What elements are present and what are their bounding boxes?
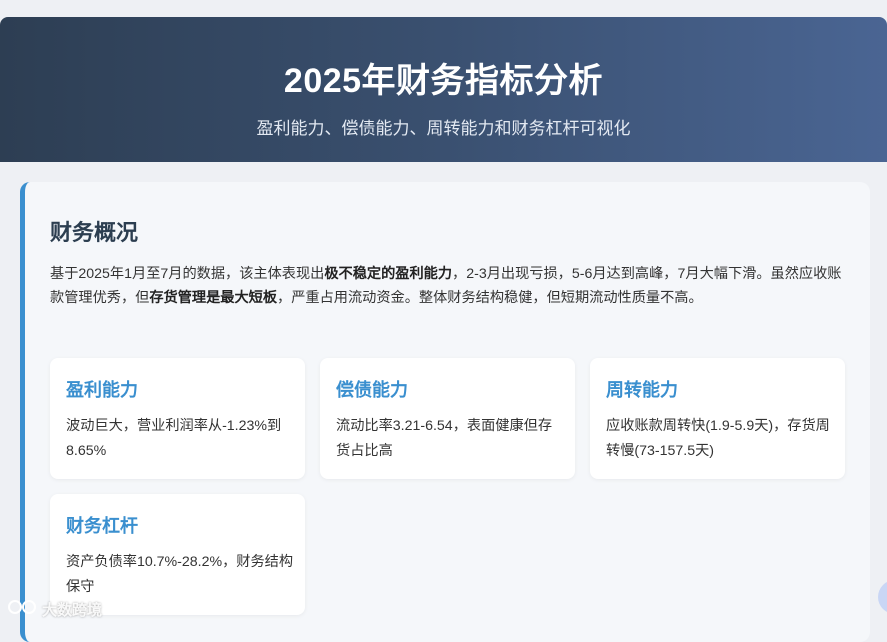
card-text: 应收账款周转快(1.9-5.9天)，存货周转慢(73-157.5天)	[606, 418, 830, 459]
card-text: 资产负债率10.7%-28.2%，财务结构保守	[66, 554, 294, 595]
desc-bold-1: 极不稳定的盈利能力	[324, 266, 453, 282]
card-title: 盈利能力	[66, 380, 138, 400]
watermark-text: 大数跨境	[42, 601, 103, 619]
desc-text-1: 基于2025年1月至7月的数据，该主体表现出	[50, 266, 325, 282]
watermark: 大数跨境	[8, 598, 102, 620]
page-header: 2025年财务指标分析 盈利能力、偿债能力、周转能力和财务杠杆可视化	[0, 17, 887, 162]
desc-text-3: ，严重占用流动资金。整体财务结构稳健，但短期流动性质量不高。	[277, 290, 703, 306]
page-title: 2025年财务指标分析	[283, 62, 604, 100]
card-title: 财务杠杆	[66, 516, 138, 536]
card-profitability: 盈利能力 波动巨大，营业利润率从-1.23%到8.65%	[50, 358, 305, 479]
card-title: 周转能力	[606, 380, 678, 400]
card-leverage: 财务杠杆 资产负债率10.7%-28.2%，财务结构保守	[50, 494, 305, 615]
card-turnover: 周转能力 应收账款周转快(1.9-5.9天)，存货周转慢(73-157.5天)	[590, 358, 845, 479]
kk-logo-icon	[8, 598, 38, 620]
page-subtitle: 盈利能力、偿债能力、周转能力和财务杠杆可视化	[256, 119, 631, 138]
card-text: 波动巨大，营业利润率从-1.23%到8.65%	[66, 418, 282, 459]
card-solvency: 偿债能力 流动比率3.21-6.54，表面健康但存货占比高	[320, 358, 575, 479]
overview-description: 基于2025年1月至7月的数据，该主体表现出极不稳定的盈利能力，2-3月出现亏损…	[50, 262, 850, 310]
card-text: 流动比率3.21-6.54，表面健康但存货占比高	[336, 418, 553, 459]
desc-bold-2: 存货管理是最大短板	[149, 290, 278, 306]
card-title: 偿债能力	[336, 380, 408, 400]
overview-section: 财务概况 基于2025年1月至7月的数据，该主体表现出极不稳定的盈利能力，2-3…	[20, 182, 870, 642]
floating-action-button[interactable]	[878, 580, 887, 614]
overview-title: 财务概况	[50, 220, 139, 245]
